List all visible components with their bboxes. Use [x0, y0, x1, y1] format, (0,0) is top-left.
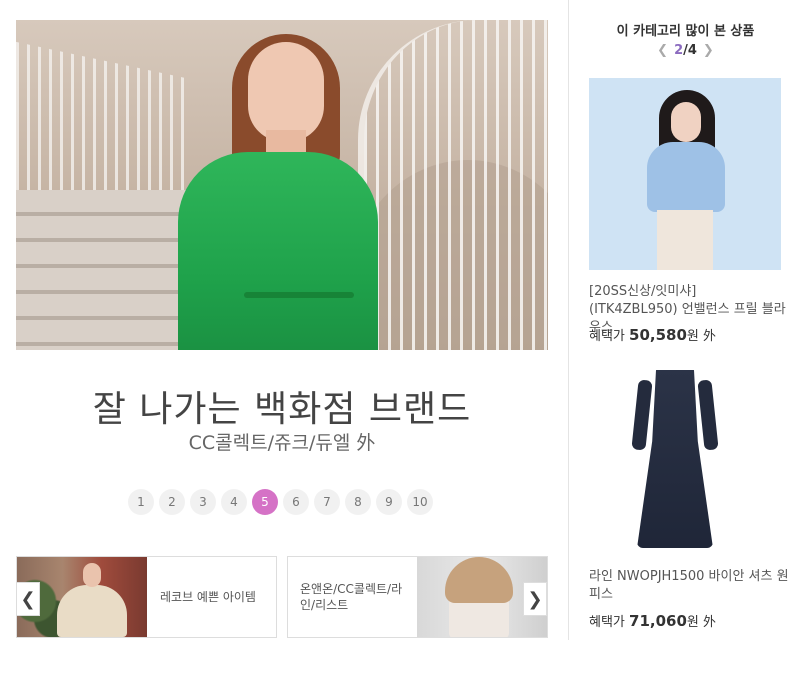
product-2-price-unit: 원 外 — [686, 615, 717, 630]
sidebar-next-arrow-icon[interactable]: ❯ — [703, 43, 714, 58]
sidebar-prev-arrow-icon[interactable]: ❮ — [657, 43, 668, 58]
promo-title[interactable]: 잘 나가는 백화점 브랜드 — [16, 380, 548, 432]
sidebar-title: 이 카테고리 많이 본 상품 — [616, 24, 755, 39]
product-1-price-amount: 50,580 — [629, 326, 687, 344]
product-2-sleeve-right — [697, 379, 719, 451]
promo-subtitle[interactable]: CC콜렉트/쥬크/듀엘 外 — [16, 428, 548, 455]
sidebar-current-page: 2 — [674, 43, 684, 58]
product-2-sleeve-left — [631, 379, 653, 451]
thumb-prev-arrow-icon[interactable]: ❮ — [16, 582, 40, 616]
page-dot[interactable]: 1 — [128, 489, 154, 515]
page-dot[interactable]: 9 — [376, 489, 402, 515]
model-dress-belt — [244, 292, 354, 298]
promo-thumb-1-label: 레코브 예쁜 아이템 — [160, 590, 256, 604]
promo-pagination: 1 2 3 4 5 6 7 8 9 10 — [128, 489, 433, 515]
page-dot[interactable]: 2 — [159, 489, 185, 515]
model-green-dress — [178, 152, 378, 350]
page-dot[interactable]: 3 — [190, 489, 216, 515]
product-1-price-unit: 원 外 — [686, 329, 717, 344]
hero-banner-image[interactable] — [16, 20, 548, 350]
product-1-model-face — [671, 102, 701, 142]
page-dot[interactable]: 6 — [283, 489, 309, 515]
product-2-price-amount: 71,060 — [629, 612, 687, 630]
product-2-name[interactable]: 라인 NWOPJH1500 바이안 셔츠 원피스 — [589, 568, 789, 604]
product-1-blouse — [647, 142, 725, 212]
promo-thumbnail-strip: 레코브 예쁜 아이템 온앤온/CC콜렉트/라인/리스트 — [16, 556, 548, 638]
model-face — [248, 42, 324, 142]
sidebar-total-pages: 4 — [687, 43, 697, 58]
sidebar-divider — [568, 0, 569, 640]
product-2-price-label: 혜택가 — [589, 615, 625, 630]
product-1-price: 혜택가 50,580원 外 — [589, 325, 716, 344]
product-1-price-label: 혜택가 — [589, 329, 625, 344]
page-dot[interactable]: 8 — [345, 489, 371, 515]
hero-railing-right — [358, 20, 548, 350]
promo-thumb-2[interactable]: 온앤온/CC콜렉트/라인/리스트 — [287, 556, 548, 638]
promo-thumb-1[interactable]: 레코브 예쁜 아이템 — [16, 556, 277, 638]
sidebar-pager: ❮ 2/4 ❯ — [570, 43, 801, 58]
product-2-image[interactable] — [589, 360, 781, 552]
product-1-image[interactable] — [589, 78, 781, 270]
thumb-next-arrow-icon[interactable]: ❯ — [523, 582, 547, 616]
product-1-pants — [657, 210, 713, 270]
page-dot[interactable]: 4 — [221, 489, 247, 515]
promo-thumb-2-label: 온앤온/CC콜렉트/라인/리스트 — [300, 582, 403, 612]
thumb-model-face — [83, 563, 101, 587]
thumb-model-hair — [445, 557, 513, 603]
product-2-price: 혜택가 71,060원 外 — [589, 611, 716, 630]
page-dot-active[interactable]: 5 — [252, 489, 278, 515]
thumb-model-coat — [57, 585, 127, 637]
page-dot[interactable]: 10 — [407, 489, 433, 515]
page-dot[interactable]: 7 — [314, 489, 340, 515]
